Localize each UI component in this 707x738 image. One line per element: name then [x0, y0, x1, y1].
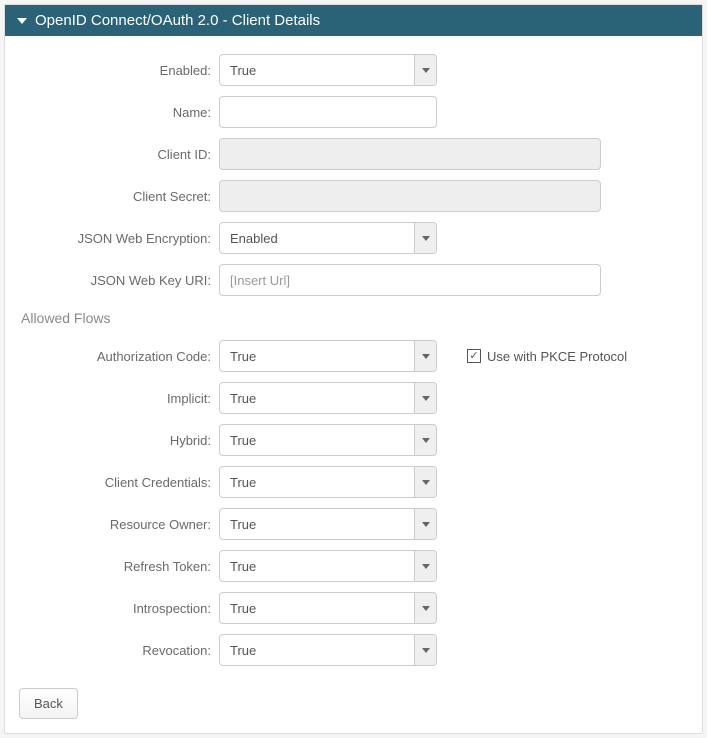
chevron-down-icon [422, 236, 430, 241]
chevron-down-icon [422, 396, 430, 401]
auth-code-value: True [220, 341, 414, 371]
dropdown-button[interactable] [414, 55, 436, 85]
dropdown-button[interactable] [414, 509, 436, 539]
chevron-down-icon [422, 68, 430, 73]
name-input[interactable] [219, 96, 437, 128]
resource-owner-value: True [220, 509, 414, 539]
introspection-value: True [220, 593, 414, 623]
jwe-label: JSON Web Encryption: [19, 231, 219, 246]
dropdown-button[interactable] [414, 593, 436, 623]
dropdown-button[interactable] [414, 467, 436, 497]
pkce-label: Use with PKCE Protocol [487, 349, 627, 364]
dropdown-button[interactable] [414, 383, 436, 413]
panel-header[interactable]: OpenID Connect/OAuth 2.0 - Client Detail… [5, 5, 702, 36]
dropdown-button[interactable] [414, 223, 436, 253]
dropdown-button[interactable] [414, 635, 436, 665]
dropdown-button[interactable] [414, 551, 436, 581]
client-details-panel: OpenID Connect/OAuth 2.0 - Client Detail… [4, 4, 703, 734]
enabled-value: True [220, 55, 414, 85]
refresh-token-select[interactable]: True [219, 550, 437, 582]
chevron-down-icon [422, 354, 430, 359]
client-credentials-select[interactable]: True [219, 466, 437, 498]
jwk-uri-input[interactable] [219, 264, 601, 296]
resource-owner-select[interactable]: True [219, 508, 437, 540]
jwk-uri-label: JSON Web Key URI: [19, 273, 219, 288]
client-secret-label: Client Secret: [19, 189, 219, 204]
panel-title: OpenID Connect/OAuth 2.0 - Client Detail… [35, 12, 320, 29]
refresh-token-value: True [220, 551, 414, 581]
pkce-checkbox[interactable]: ✓ [467, 349, 481, 363]
enabled-select[interactable]: True [219, 54, 437, 86]
dropdown-button[interactable] [414, 341, 436, 371]
enabled-label: Enabled: [19, 63, 219, 78]
chevron-down-icon [422, 438, 430, 443]
panel-body: Enabled: True Name: Client ID: Clie [5, 36, 702, 733]
auth-code-label: Authorization Code: [19, 349, 219, 364]
introspection-select[interactable]: True [219, 592, 437, 624]
implicit-value: True [220, 383, 414, 413]
hybrid-label: Hybrid: [19, 433, 219, 448]
implicit-label: Implicit: [19, 391, 219, 406]
revocation-value: True [220, 635, 414, 665]
client-id-input [219, 138, 601, 170]
implicit-select[interactable]: True [219, 382, 437, 414]
revocation-select[interactable]: True [219, 634, 437, 666]
allowed-flows-title: Allowed Flows [21, 310, 688, 326]
jwe-select[interactable]: Enabled [219, 222, 437, 254]
revocation-label: Revocation: [19, 643, 219, 658]
resource-owner-label: Resource Owner: [19, 517, 219, 532]
hybrid-select[interactable]: True [219, 424, 437, 456]
chevron-down-icon [422, 522, 430, 527]
introspection-label: Introspection: [19, 601, 219, 616]
chevron-down-icon [422, 564, 430, 569]
chevron-down-icon [17, 18, 27, 24]
jwe-value: Enabled [220, 223, 414, 253]
client-secret-input [219, 180, 601, 212]
client-credentials-label: Client Credentials: [19, 475, 219, 490]
auth-code-select[interactable]: True [219, 340, 437, 372]
chevron-down-icon [422, 606, 430, 611]
hybrid-value: True [220, 425, 414, 455]
client-id-label: Client ID: [19, 147, 219, 162]
refresh-token-label: Refresh Token: [19, 559, 219, 574]
name-label: Name: [19, 105, 219, 120]
back-button[interactable]: Back [19, 688, 78, 719]
dropdown-button[interactable] [414, 425, 436, 455]
chevron-down-icon [422, 480, 430, 485]
client-credentials-value: True [220, 467, 414, 497]
chevron-down-icon [422, 648, 430, 653]
